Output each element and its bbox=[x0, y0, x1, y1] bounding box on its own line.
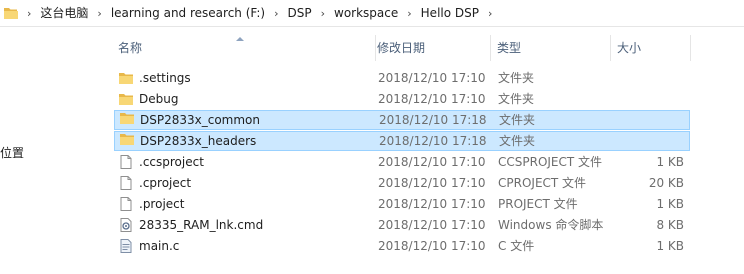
file-date: 2018/12/10 17:10 bbox=[378, 176, 486, 190]
column-header-type[interactable]: 类型 bbox=[491, 35, 611, 61]
file-name: DSP2833x_headers bbox=[140, 134, 257, 148]
file-name: 28335_RAM_lnk.cmd bbox=[139, 218, 264, 232]
file-name: .cproject bbox=[139, 176, 192, 190]
cmd-script-icon bbox=[118, 217, 134, 233]
folder-icon bbox=[118, 91, 134, 107]
file-icon bbox=[118, 175, 134, 191]
file-size: 20 KB bbox=[648, 176, 684, 190]
file-type: CPROJECT 文件 bbox=[498, 176, 587, 190]
navigation-pane: 位置 bbox=[0, 27, 105, 274]
nav-item-location[interactable]: 位置 bbox=[0, 146, 24, 160]
file-row[interactable]: DSP2833x_common 2018/12/10 17:18 文件夹 bbox=[114, 110, 690, 130]
column-header-size[interactable]: 大小 bbox=[611, 35, 691, 61]
file-name: .settings bbox=[139, 71, 191, 85]
chevron-right-icon[interactable]: › bbox=[92, 7, 106, 20]
file-date: 2018/12/10 17:10 bbox=[378, 197, 486, 211]
file-name: .project bbox=[139, 197, 185, 211]
file-row[interactable]: 28335_RAM_lnk.cmd 2018/12/10 17:10 Windo… bbox=[114, 215, 690, 235]
file-type: 文件夹 bbox=[499, 113, 536, 127]
file-type: C 文件 bbox=[498, 239, 535, 253]
file-name: Debug bbox=[139, 92, 179, 106]
file-name: .ccsproject bbox=[139, 155, 204, 169]
file-icon bbox=[118, 154, 134, 170]
file-name: main.c bbox=[139, 239, 180, 253]
file-type: PROJECT 文件 bbox=[498, 197, 578, 211]
chevron-right-icon[interactable]: › bbox=[22, 7, 36, 20]
breadcrumb: › 这台电脑 › learning and research (F:) › DS… bbox=[22, 0, 497, 26]
file-type: 文件夹 bbox=[498, 71, 535, 85]
file-date: 2018/12/10 17:10 bbox=[378, 71, 486, 85]
chevron-right-icon[interactable]: › bbox=[483, 7, 497, 20]
file-date: 2018/12/10 17:10 bbox=[378, 239, 486, 253]
file-type: Windows 命令脚本 bbox=[498, 218, 604, 232]
chevron-right-icon[interactable]: › bbox=[402, 7, 416, 20]
file-row[interactable]: .settings 2018/12/10 17:10 文件夹 bbox=[114, 68, 690, 88]
file-size: 1 KB bbox=[656, 155, 684, 169]
breadcrumb-this-pc[interactable]: 这台电脑 bbox=[36, 0, 92, 26]
file-size: 1 KB bbox=[656, 239, 684, 253]
file-icon bbox=[118, 196, 134, 212]
file-date: 2018/12/10 17:10 bbox=[378, 155, 486, 169]
breadcrumb-drive[interactable]: learning and research (F:) bbox=[107, 0, 269, 26]
chevron-right-icon[interactable]: › bbox=[316, 7, 330, 20]
file-size bbox=[614, 89, 684, 109]
file-row[interactable]: .ccsproject 2018/12/10 17:10 CCSPROJECT … bbox=[114, 152, 690, 172]
column-header-name[interactable]: 名称 bbox=[112, 35, 376, 61]
file-type: CCSPROJECT 文件 bbox=[498, 155, 603, 169]
file-size bbox=[613, 110, 683, 130]
file-size bbox=[613, 131, 683, 151]
column-header-row: 名称 修改日期 类型 大小 bbox=[106, 35, 744, 61]
folder-icon bbox=[119, 131, 135, 147]
file-date: 2018/12/10 17:10 bbox=[378, 92, 486, 106]
c-file-icon bbox=[118, 238, 134, 254]
file-name: DSP2833x_common bbox=[140, 113, 260, 127]
file-row[interactable]: DSP2833x_headers 2018/12/10 17:18 文件夹 bbox=[114, 131, 690, 151]
folder-icon bbox=[119, 110, 135, 126]
file-row[interactable]: .project 2018/12/10 17:10 PROJECT 文件 1 K… bbox=[114, 194, 690, 214]
file-row[interactable]: main.c 2018/12/10 17:10 C 文件 1 KB bbox=[114, 236, 690, 256]
folder-icon bbox=[4, 8, 18, 19]
file-row[interactable]: .cproject 2018/12/10 17:10 CPROJECT 文件 2… bbox=[114, 173, 690, 193]
file-date: 2018/12/10 17:18 bbox=[379, 113, 487, 127]
file-type: 文件夹 bbox=[498, 92, 535, 106]
file-row[interactable]: Debug 2018/12/10 17:10 文件夹 bbox=[114, 89, 690, 109]
column-header-date[interactable]: 修改日期 bbox=[371, 35, 491, 61]
breadcrumb-hello-dsp[interactable]: Hello DSP bbox=[417, 0, 483, 26]
file-date: 2018/12/10 17:10 bbox=[378, 218, 486, 232]
file-size bbox=[614, 68, 684, 88]
file-type: 文件夹 bbox=[499, 134, 536, 148]
file-size: 8 KB bbox=[656, 218, 684, 232]
folder-icon bbox=[118, 70, 134, 86]
address-bar-divider bbox=[0, 26, 744, 27]
breadcrumb-dsp[interactable]: DSP bbox=[284, 0, 316, 26]
file-date: 2018/12/10 17:18 bbox=[379, 134, 487, 148]
breadcrumb-workspace[interactable]: workspace bbox=[330, 0, 402, 26]
file-size: 1 KB bbox=[656, 197, 684, 211]
address-bar[interactable]: › 这台电脑 › learning and research (F:) › DS… bbox=[0, 0, 744, 27]
chevron-right-icon[interactable]: › bbox=[269, 7, 283, 20]
